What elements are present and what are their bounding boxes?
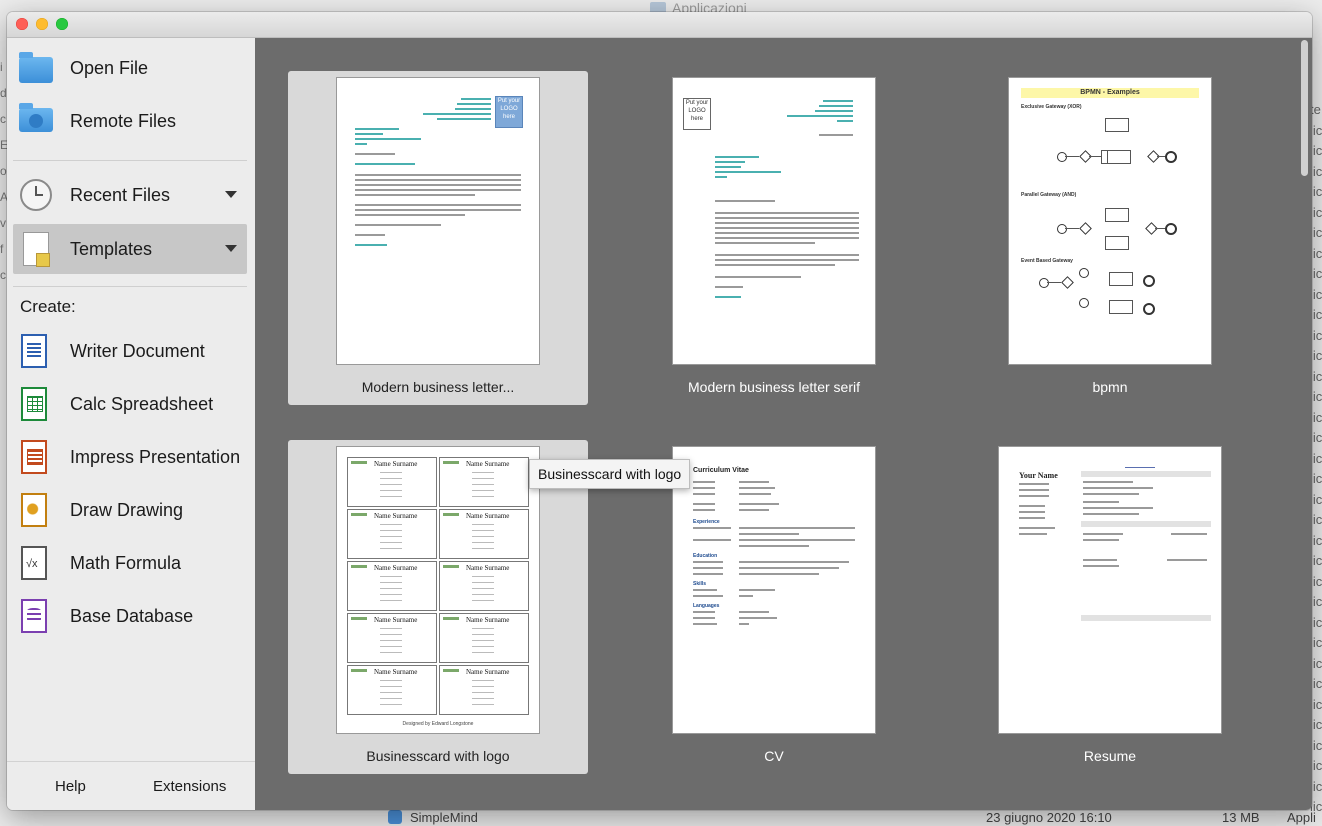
recent-files-label: Recent Files (70, 184, 171, 205)
create-impress-presentation-button[interactable]: Impress Presentation (13, 432, 247, 482)
background-file-row: SimpleMind 23 giugno 2020 16:10 13 MB Ap… (360, 810, 1322, 826)
folder-icon (19, 51, 53, 85)
logo-placeholder: Put your LOGO here (495, 96, 523, 128)
start-center-window: Open File Remote Files Recent Files Temp… (7, 12, 1312, 810)
draw-icon (19, 493, 53, 527)
businesscard-grid: Name Surname Name Surname Name Surname N… (347, 457, 529, 715)
create-item-label: Draw Drawing (70, 499, 184, 520)
divider (7, 761, 255, 762)
open-file-label: Open File (70, 57, 149, 78)
template-name: CV (764, 748, 784, 764)
template-thumbnail: BPMN - Examples Exclusive Gateway (XOR) … (1008, 77, 1212, 365)
bpmn-heading: Event Based Gateway (1021, 258, 1073, 264)
create-math-formula-button[interactable]: Math Formula (13, 538, 247, 588)
template-name: bpmn (1092, 379, 1128, 395)
zoom-window-button[interactable] (56, 18, 68, 30)
close-window-button[interactable] (16, 18, 28, 30)
impress-icon (19, 440, 53, 474)
logo-placeholder: Put your LOGO here (683, 98, 711, 130)
app-icon (388, 810, 402, 824)
template-tile-cv[interactable]: Curriculum Vitae Experience Education Sk… (624, 440, 924, 774)
template-thumbnail: Put your LOGO here (336, 77, 540, 365)
create-label: Create: (20, 297, 76, 316)
help-button[interactable]: Help (55, 778, 86, 795)
template-tile-modern-business-letter-serif[interactable]: Put your LOGO here Modern business lette… (624, 71, 924, 405)
create-item-label: Base Database (70, 605, 194, 626)
template-thumbnail: Put your LOGO here (672, 77, 876, 365)
template-icon (19, 232, 53, 267)
template-tile-modern-business-letter[interactable]: Put your LOGO here Modern business lette… (288, 71, 588, 405)
create-item-label: Writer Document (70, 340, 205, 361)
create-item-label: Impress Presentation (70, 446, 241, 467)
minimize-window-button[interactable] (36, 18, 48, 30)
create-calc-spreadsheet-button[interactable]: Calc Spreadsheet (13, 379, 247, 429)
cv-section-heading: Experience (693, 519, 720, 525)
vertical-scrollbar[interactable] (1301, 40, 1308, 176)
templates-button[interactable]: Templates (13, 224, 247, 274)
template-name: Modern business letter serif (688, 379, 860, 395)
template-tile-bpmn[interactable]: BPMN - Examples Exclusive Gateway (XOR) … (960, 71, 1260, 405)
create-item-label: Math Formula (70, 552, 182, 573)
resume-name: Your Name (1019, 471, 1058, 480)
templates-label: Templates (70, 238, 153, 259)
title-bar (7, 12, 1312, 38)
cv-section-heading: Education (693, 553, 718, 559)
template-thumbnail: Name Surname Name Surname Name Surname N… (336, 446, 540, 734)
remote-files-label: Remote Files (70, 110, 177, 131)
clock-icon (19, 178, 53, 212)
template-name: Resume (1083, 748, 1137, 764)
tooltip: Businesscard with logo (529, 459, 691, 489)
create-item-label: Calc Spreadsheet (70, 393, 214, 414)
template-thumbnail: Your Name (998, 446, 1222, 734)
designed-by-text: Designed by Edward Longstone (402, 721, 474, 727)
create-draw-drawing-button[interactable]: Draw Drawing (13, 485, 247, 535)
template-tile-resume[interactable]: Your Name Resume (960, 440, 1260, 774)
base-icon (19, 599, 53, 633)
recent-files-dropdown-icon[interactable] (225, 191, 237, 198)
cv-section-heading: Skills (693, 581, 707, 587)
remote-folder-icon (19, 103, 53, 138)
templates-dropdown-icon[interactable] (225, 245, 237, 252)
recent-files-button[interactable]: Recent Files (13, 170, 247, 220)
calc-icon (19, 387, 53, 421)
remote-files-button[interactable]: Remote Files (13, 96, 247, 146)
math-icon (19, 546, 53, 580)
template-name: Businesscard with logo (366, 748, 510, 764)
create-base-database-button[interactable]: Base Database (13, 591, 247, 641)
template-gallery: Put your LOGO here Modern business lette… (255, 38, 1312, 810)
template-tile-businesscard-with-logo[interactable]: Name Surname Name Surname Name Surname N… (288, 440, 588, 774)
divider (13, 286, 247, 287)
bpmn-heading: Exclusive Gateway (XOR) (1021, 104, 1082, 110)
divider (13, 160, 247, 161)
create-writer-document-button[interactable]: Writer Document (13, 326, 247, 376)
writer-icon (19, 334, 53, 368)
cv-section-heading: Languages (693, 603, 720, 609)
cv-title: Curriculum Vitae (693, 467, 749, 474)
extensions-button[interactable]: Extensions (153, 778, 226, 795)
open-file-button[interactable]: Open File (13, 43, 247, 93)
bpmn-title: BPMN - Examples (1021, 88, 1199, 98)
bpmn-heading: Parallel Gateway (AND) (1021, 192, 1077, 198)
sidebar: Open File Remote Files Recent Files Temp… (7, 38, 255, 810)
template-thumbnail: Curriculum Vitae Experience Education Sk… (672, 446, 876, 734)
template-name: Modern business letter... (361, 379, 515, 395)
